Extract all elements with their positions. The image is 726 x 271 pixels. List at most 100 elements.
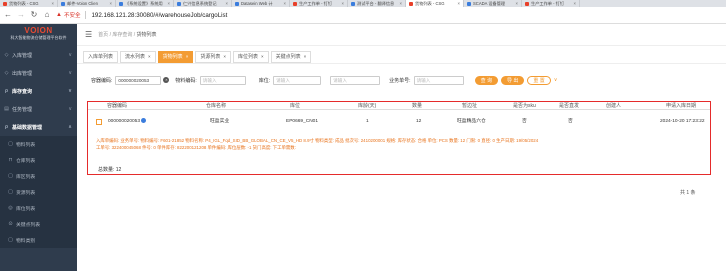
warning-icon: ▲ (56, 12, 62, 18)
breadcrumb-current: 货物列表 (136, 32, 157, 38)
page-favicon-icon (177, 1, 181, 6)
close-icon[interactable]: × (223, 52, 226, 62)
cell-age: 1 (366, 119, 369, 124)
sidebar-item-basedata[interactable]: ρ 基础数据管理 ∧ (0, 118, 77, 136)
browser-tab[interactable]: 货物列表 - CSG × (0, 0, 58, 7)
total-quantity: 总数量: 12 (98, 167, 122, 173)
sidebar-item-outbound[interactable]: ◇ 出库管理 ∨ (0, 64, 77, 82)
search-button[interactable]: 查 询 (474, 75, 498, 85)
back-arrow-icon[interactable]: ← (4, 10, 12, 20)
table-row[interactable]: 000000020053 旺盈实业 EP0669_CN01 1 12 旺盈精品六… (88, 116, 710, 128)
third-input[interactable]: 请输入 (330, 75, 381, 85)
keypoint-icon: ⊙ (8, 221, 13, 227)
sidebar-subitem-area[interactable]: ▢ 库区列表 (0, 168, 77, 184)
browser-tab[interactable]: 测试平台 - 翻译信息 × (348, 0, 406, 7)
col-header: 创建人 (606, 103, 622, 109)
page-favicon-icon (467, 1, 471, 6)
sidebar-subitem-keypoint[interactable]: ⊙ 关键点列表 (0, 216, 77, 232)
sidebar-subitem-source[interactable]: ▢ 货源列表 (0, 184, 77, 200)
source-icon: ▢ (8, 189, 13, 195)
breadcrumb-home[interactable]: 首页 (98, 32, 108, 38)
close-tab-icon[interactable]: × (574, 0, 576, 7)
tab-inbound-list[interactable]: 入库单列表 (83, 51, 119, 63)
chevron-down-icon: ∨ (68, 70, 72, 76)
tab-flow-list[interactable]: 流水列表 × (120, 51, 156, 63)
sidebar-item-inventory[interactable]: ρ 库存查询 ∨ (0, 82, 77, 100)
reload-icon[interactable]: ↻ (30, 10, 38, 20)
sidebar: VOION 科大智能物流仓储管理平台软件 ◇ 入库管理 ∨ ◇ 出库管理 ∨ ρ 库存查询… (0, 24, 77, 271)
browser-tab[interactable]: Datasein Web 计 × (232, 0, 290, 7)
data-icon: ρ (4, 124, 9, 130)
sidebar-subitem-warehouse[interactable]: ⊓ 仓库列表 (0, 152, 77, 168)
category-icon: ▢ (8, 237, 13, 243)
page-favicon-icon (61, 1, 65, 6)
lot-input[interactable]: 000000020053 (115, 75, 162, 85)
task-icon: ▤ (4, 106, 9, 112)
cell-container: 000000020053 (108, 118, 147, 125)
table-header: 容器编码 仓库名称 库位 库龄(天) 数量 暂边址 是否为sku 是否直发 创建… (88, 102, 710, 110)
cell-date: 2024-10-20 17:23:22 (660, 119, 705, 124)
biz-label: 业务单号: (389, 77, 411, 84)
close-tab-icon[interactable]: × (168, 0, 170, 7)
close-tab-icon[interactable]: × (110, 0, 112, 7)
browser-tab[interactable]: 生产工作单 - 钉钉 × (290, 0, 348, 7)
close-tab-icon[interactable]: × (400, 0, 402, 7)
export-button[interactable]: 导 出 (500, 75, 525, 85)
app-logo: VOION 科大智能物流仓储管理平台软件 (10, 26, 67, 41)
browser-tab[interactable]: 邮件-Voion Clien × (58, 0, 116, 7)
cell-qty: 12 (416, 119, 422, 124)
browser-tab[interactable]: 仁兴信息系统登记 × (174, 0, 232, 7)
close-tab-icon[interactable]: × (52, 0, 54, 7)
close-icon[interactable]: × (304, 52, 307, 62)
browser-tab[interactable]: 生产工作单 - 钉钉 × (522, 0, 580, 7)
close-tab-icon[interactable]: × (516, 0, 518, 7)
close-icon[interactable]: × (261, 52, 264, 62)
expand-icon[interactable] (141, 118, 147, 123)
url-field[interactable]: 192.168.121.28:30080/#/warehouseJob/carg… (91, 12, 227, 19)
lot-label: 容器编码: (91, 77, 113, 84)
forward-arrow-icon[interactable]: → (17, 10, 25, 20)
close-tab-icon[interactable]: × (458, 0, 460, 7)
close-tab-icon[interactable]: × (284, 0, 286, 7)
page-favicon-icon (3, 1, 7, 6)
menu-toggle-icon[interactable]: ☰ (85, 30, 92, 39)
close-icon[interactable]: × (186, 52, 189, 62)
browser-tab[interactable]: 《系统设置》系统用 × (116, 0, 174, 7)
sidebar-subitem-category[interactable]: ▢ 物料类别 (0, 232, 77, 248)
divider (85, 11, 87, 19)
biz-input[interactable]: 请输入 (413, 75, 464, 85)
tab-keypoint-list[interactable]: 关键点列表 × (270, 51, 312, 63)
close-tab-icon[interactable]: × (342, 0, 344, 7)
tab-location-list[interactable]: 库位列表 × (232, 51, 269, 63)
chevron-down-icon: ∨ (68, 106, 72, 112)
sidebar-subitem-location[interactable]: ◎ 库位列表 (0, 200, 77, 216)
top-header: ☰ 首页 / 库存查询 / 货物列表 (77, 24, 726, 46)
reset-button[interactable]: 重 置 (527, 75, 551, 85)
home-icon[interactable]: ⌂ (43, 10, 51, 20)
outbound-icon: ◇ (4, 70, 9, 76)
col-header: 申请入库日期 (666, 103, 697, 109)
security-indicator[interactable]: ▲ 不安全 (56, 11, 80, 19)
location-input[interactable]: 请输入 (273, 75, 322, 85)
close-tab-icon[interactable]: × (226, 0, 228, 7)
sidebar-item-inbound[interactable]: ◇ 入库管理 ∨ (0, 46, 77, 64)
page-favicon-icon (235, 1, 239, 6)
col-header: 暂边址 (462, 103, 478, 109)
row-checkbox[interactable] (96, 119, 102, 125)
chevron-down-icon[interactable]: ∨ (554, 77, 558, 83)
sidebar-subitem-material[interactable]: ▢ 物料列表 (0, 136, 77, 152)
cell-warehouse: 旺盈实业 (210, 119, 230, 124)
col-header: 是否为sku (513, 103, 536, 109)
page-favicon-icon (525, 1, 529, 6)
location-label: 库位: (258, 77, 271, 84)
material-input[interactable]: 请输入 (199, 75, 246, 85)
close-icon[interactable]: × (148, 52, 151, 62)
tab-cargo-list[interactable]: 货物列表 × (157, 51, 194, 63)
row-detail: 入库单编码: 业务单号: 物料编号: F601-21852 物料名称: P4_I… (96, 137, 706, 151)
clear-icon[interactable]: × (163, 77, 170, 83)
browser-tab-active[interactable]: 货物列表 - CSG × (406, 0, 464, 7)
browser-tab[interactable]: SCADA 设备管理 × (464, 0, 522, 7)
area-icon: ▢ (8, 173, 13, 179)
sidebar-item-task[interactable]: ▤ 任务管理 ∨ (0, 100, 77, 118)
tab-source-list[interactable]: 货源列表 × (195, 51, 231, 63)
